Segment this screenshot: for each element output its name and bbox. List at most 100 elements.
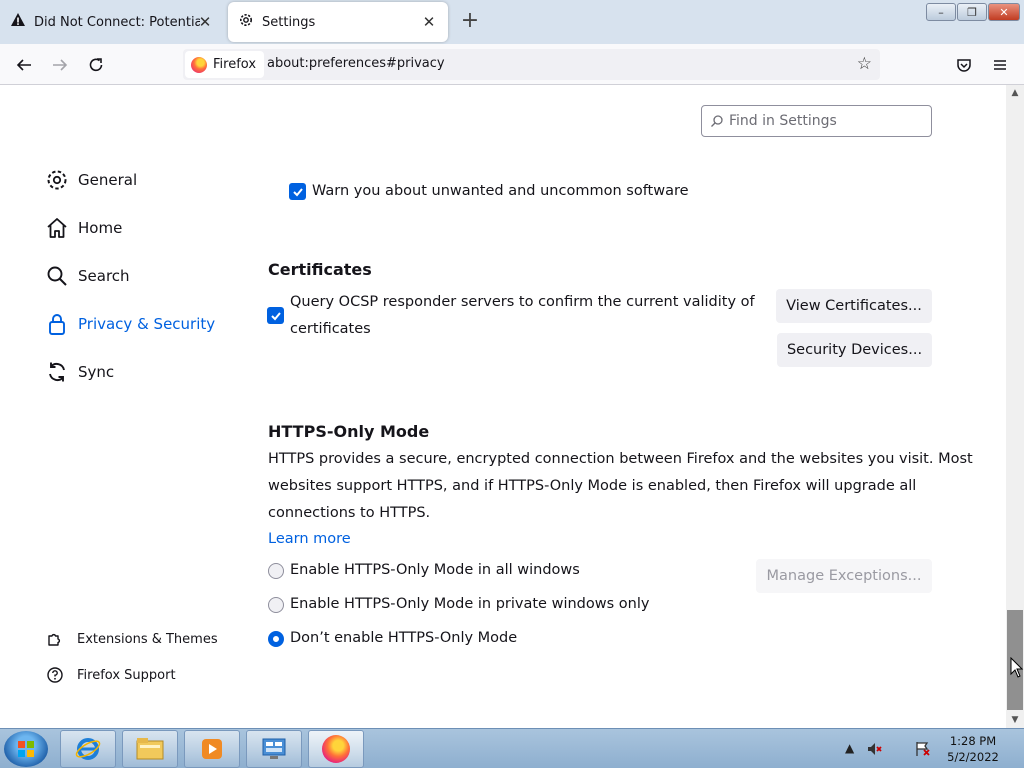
sidebar-item-label: Home — [78, 219, 123, 237]
learn-more-link[interactable]: Learn more — [268, 531, 351, 547]
manage-exceptions-button[interactable]: Manage Exceptions... — [756, 559, 932, 593]
sidebar-extensions-themes[interactable]: Extensions & Themes — [46, 630, 218, 648]
reload-icon — [89, 58, 103, 72]
sync-icon — [44, 359, 70, 385]
scroll-up-arrow-icon[interactable]: ▲ — [1006, 85, 1024, 101]
windows-taskbar: ▲ 1:28 PM 5/2/2022 — [0, 728, 1024, 768]
new-tab-button[interactable]: + — [456, 8, 484, 36]
radio-https-all-windows[interactable] — [268, 563, 284, 579]
navigation-toolbar: Firefox about:preferences#privacy ☆ — [0, 44, 1024, 85]
tab-settings[interactable]: Settings ✕ — [228, 2, 448, 42]
radio-label-private-only: Enable HTTPS-Only Mode in private window… — [290, 596, 650, 612]
reload-button[interactable] — [83, 52, 109, 78]
home-icon — [44, 215, 70, 241]
close-tab-icon[interactable]: ✕ — [420, 13, 438, 31]
find-placeholder: Find in Settings — [729, 113, 837, 129]
lock-icon — [44, 311, 70, 337]
forward-button[interactable] — [47, 52, 73, 78]
warn-unwanted-label: Warn you about unwanted and uncommon sof… — [312, 183, 689, 199]
close-tab-icon[interactable]: ✕ — [196, 13, 214, 31]
maximize-button[interactable]: ❐ — [957, 3, 987, 21]
certificates-heading: Certificates — [268, 260, 372, 279]
taskbar-media-player[interactable] — [184, 730, 240, 768]
media-player-icon — [202, 739, 222, 759]
arrow-left-icon — [16, 59, 31, 71]
radio-https-disabled[interactable] — [268, 631, 284, 647]
settings-page: Find in Settings General Home Search Pri… — [0, 85, 1006, 728]
clock-time: 1:28 PM — [949, 734, 997, 748]
taskbar-internet-explorer[interactable] — [60, 730, 116, 768]
hamburger-menu-icon — [994, 60, 1006, 70]
help-icon — [46, 666, 64, 684]
show-hidden-icons-icon[interactable]: ▲ — [845, 741, 854, 755]
ocsp-label-line1: Query OCSP responder servers to confirm … — [290, 294, 755, 310]
scroll-down-arrow-icon[interactable]: ▼ — [1006, 712, 1024, 728]
system-clock[interactable]: 1:28 PM 5/2/2022 — [940, 733, 1006, 765]
https-only-heading: HTTPS-Only Mode — [268, 422, 430, 441]
tab-strip: Did Not Connect: Potential Security Issu… — [0, 0, 1024, 44]
taskbar-control-panel[interactable] — [246, 730, 302, 768]
radio-label-all-windows: Enable HTTPS-Only Mode in all windows — [290, 562, 580, 578]
windows-logo-icon — [18, 741, 34, 757]
firefox-icon — [191, 56, 207, 73]
search-icon — [711, 115, 723, 127]
taskbar-file-explorer[interactable] — [122, 730, 178, 768]
tab-title: Settings — [262, 14, 316, 30]
bookmark-star-icon[interactable]: ☆ — [857, 54, 872, 74]
menu-button[interactable] — [987, 52, 1013, 78]
arrow-right-icon — [53, 59, 68, 71]
sidebar-footer-label: Firefox Support — [77, 667, 176, 683]
sidebar-item-search[interactable]: Search — [44, 263, 130, 289]
volume-muted-icon[interactable] — [866, 740, 884, 758]
puzzle-icon — [46, 630, 64, 648]
pocket-button[interactable] — [951, 52, 977, 78]
firefox-icon — [322, 735, 350, 763]
clock-date: 5/2/2022 — [947, 750, 999, 764]
control-panel-icon — [262, 738, 286, 759]
warning-icon — [10, 12, 26, 32]
ocsp-label-line2: certificates — [290, 321, 371, 337]
warn-unwanted-checkbox[interactable] — [289, 183, 306, 200]
identity-box[interactable]: Firefox — [185, 51, 265, 78]
sidebar-item-home[interactable]: Home — [44, 215, 122, 241]
close-window-button[interactable]: ✕ — [988, 3, 1020, 21]
sidebar-item-label: Search — [78, 267, 130, 285]
checkmark-icon — [292, 187, 303, 196]
tab-title: Did Not Connect: Potential Security Issu… — [34, 14, 200, 30]
security-devices-button[interactable]: Security Devices... — [777, 333, 932, 367]
sidebar-item-general[interactable]: General — [44, 167, 137, 193]
sidebar-item-privacy-security[interactable]: Privacy & Security — [44, 311, 215, 337]
sidebar-firefox-support[interactable]: Firefox Support — [46, 666, 176, 684]
start-button[interactable] — [4, 731, 48, 767]
action-center-flag-icon[interactable] — [914, 740, 932, 758]
tab-did-not-connect[interactable]: Did Not Connect: Potential Security Issu… — [0, 2, 224, 42]
sidebar-item-label: Privacy & Security — [78, 315, 216, 333]
url-text[interactable]: about:preferences#privacy — [267, 56, 445, 71]
https-desc-line2: websites support HTTPS, and if HTTPS-Onl… — [268, 478, 917, 494]
https-desc-line3: connections to HTTPS. — [268, 505, 431, 521]
view-certificates-button[interactable]: View Certificates... — [776, 289, 932, 323]
file-explorer-icon — [136, 738, 164, 760]
mouse-cursor-icon — [1010, 657, 1024, 678]
radio-label-disabled: Don’t enable HTTPS-Only Mode — [290, 630, 518, 646]
internet-explorer-icon — [75, 738, 101, 760]
identity-label: Firefox — [213, 57, 257, 72]
sidebar-footer-label: Extensions & Themes — [77, 631, 218, 647]
ocsp-checkbox[interactable] — [267, 307, 284, 324]
https-desc-line1: HTTPS provides a secure, encrypted conne… — [268, 451, 973, 467]
gear-icon — [44, 167, 70, 193]
gear-icon — [238, 12, 254, 32]
find-in-settings-input[interactable]: Find in Settings — [701, 105, 932, 137]
minimize-button[interactable]: – — [926, 3, 956, 21]
checkmark-icon — [270, 311, 281, 320]
sidebar-item-label: Sync — [78, 363, 115, 381]
pocket-icon — [957, 59, 971, 72]
url-bar[interactable]: Firefox about:preferences#privacy ☆ — [183, 49, 880, 80]
radio-https-private-only[interactable] — [268, 597, 284, 613]
search-icon — [44, 263, 70, 289]
back-button[interactable] — [11, 52, 37, 78]
taskbar-firefox[interactable] — [308, 730, 364, 768]
vertical-scrollbar[interactable]: ▲ ▼ — [1006, 85, 1024, 728]
sidebar-item-sync[interactable]: Sync — [44, 359, 114, 385]
sidebar-item-label: General — [78, 171, 138, 189]
